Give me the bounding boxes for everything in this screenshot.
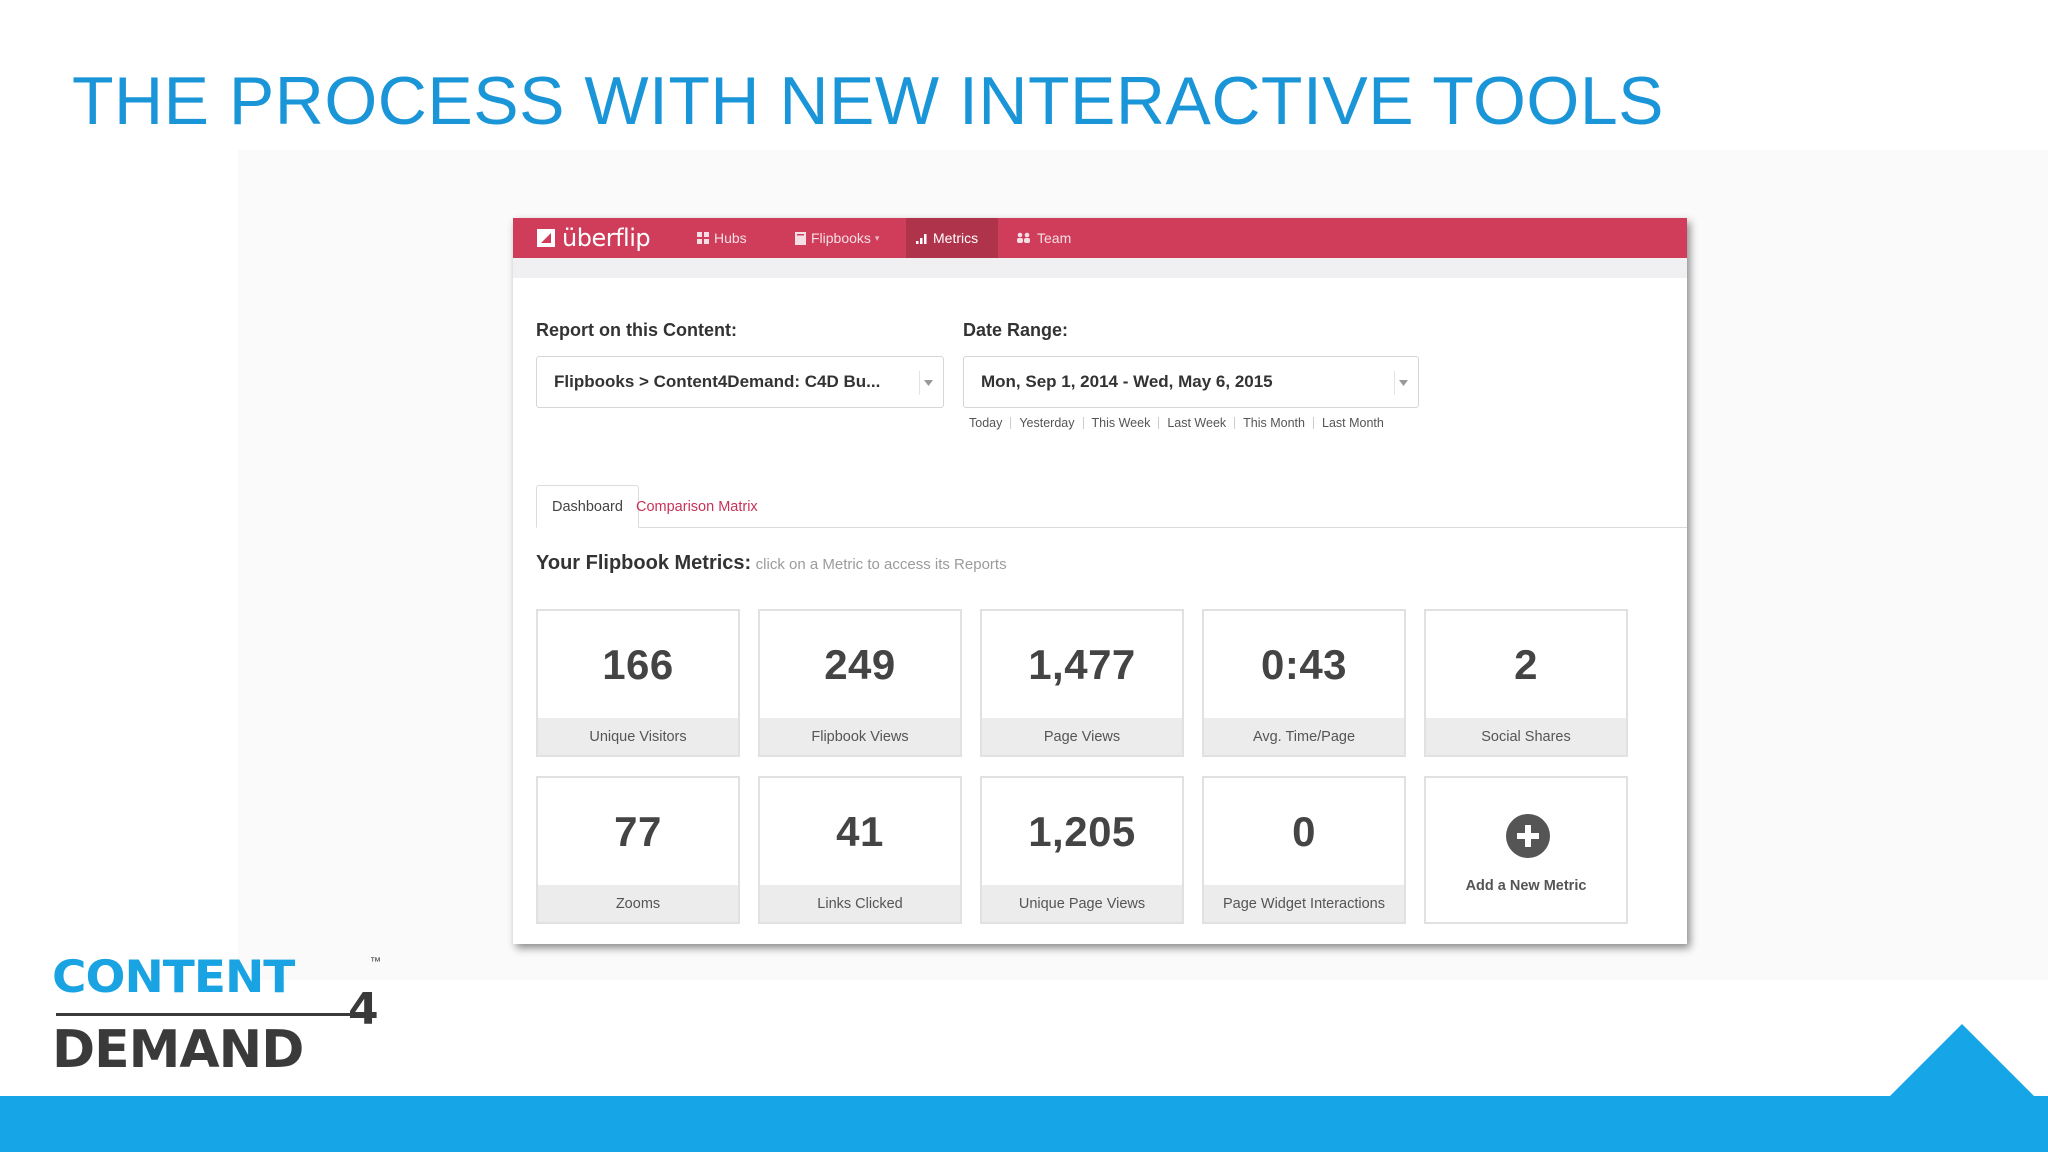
add-new-metric-label: Add a New Metric <box>1465 878 1587 894</box>
uberflip-logo-text: überflip <box>562 224 651 252</box>
navbar-subbar <box>513 258 1687 278</box>
metric-value: 2 <box>1514 641 1538 688</box>
content4demand-logo: CONTENT DEMAND 4 ™ <box>52 950 392 1080</box>
metric-label: Zooms <box>538 885 738 922</box>
chevron-down-icon <box>1394 371 1412 395</box>
top-navbar: überflip Hubs Flipbooks ▾ Metrics Team <box>513 218 1687 258</box>
quick-link-this-week[interactable]: This Week <box>1092 416 1151 430</box>
metric-label: Unique Visitors <box>538 718 738 755</box>
quick-link-last-month[interactable]: Last Month <box>1322 416 1384 430</box>
metric-unique-page-views[interactable]: 1,205 Unique Page Views <box>980 776 1184 924</box>
metric-page-widget-interactions[interactable]: 0 Page Widget Interactions <box>1202 776 1406 924</box>
nav-metrics-label: Metrics <box>933 230 979 246</box>
metric-label: Page Widget Interactions <box>1204 885 1404 922</box>
metric-value: 0:43 <box>1260 641 1348 688</box>
nav-team[interactable]: Team <box>1006 218 1081 258</box>
date-range-select[interactable]: Mon, Sep 1, 2014 - Wed, May 6, 2015 <box>963 356 1419 408</box>
nav-hubs[interactable]: Hubs <box>687 218 757 258</box>
quick-link-today[interactable]: Today <box>969 416 1002 430</box>
bar-chart-icon <box>916 232 928 244</box>
logo-content-text: CONTENT <box>52 951 295 1004</box>
metrics-heading-title: Your Flipbook Metrics: <box>536 552 752 574</box>
logo-divider <box>56 1013 374 1016</box>
nav-flipbooks-label: Flipbooks <box>811 230 871 246</box>
metric-page-views[interactable]: 1,477 Page Views <box>980 609 1184 757</box>
report-content-value: Flipbooks > Content4Demand: C4D Bu... <box>554 372 881 391</box>
divider <box>1158 417 1160 429</box>
nav-team-label: Team <box>1037 230 1072 246</box>
plus-circle-icon <box>1506 814 1550 858</box>
divider <box>1234 417 1236 429</box>
metric-value: 41 <box>836 808 884 855</box>
uberflip-logo-icon <box>537 229 555 247</box>
metric-avg-time-per-page[interactable]: 0:43 Avg. Time/Page <box>1202 609 1406 757</box>
metric-value: 1,205 <box>1028 808 1136 855</box>
uberflip-app-screenshot: überflip Hubs Flipbooks ▾ Metrics Team R… <box>513 218 1687 944</box>
add-new-metric-button[interactable]: Add a New Metric <box>1424 776 1628 924</box>
metrics-heading-hint: click on a Metric to access its Reports <box>755 556 1007 573</box>
divider <box>1082 417 1084 429</box>
divider <box>1313 417 1314 429</box>
quick-link-this-month[interactable]: This Month <box>1243 416 1305 430</box>
metric-social-shares[interactable]: 2 Social Shares <box>1424 609 1628 757</box>
metric-links-clicked[interactable]: 41 Links Clicked <box>758 776 962 924</box>
tab-comparison-matrix[interactable]: Comparison Matrix <box>621 485 773 528</box>
nav-hubs-label: Hubs <box>714 230 747 246</box>
metric-unique-visitors[interactable]: 166 Unique Visitors <box>536 609 740 757</box>
divider <box>1010 417 1012 429</box>
nav-flipbooks[interactable]: Flipbooks ▾ <box>785 218 889 258</box>
logo-trademark: ™ <box>370 956 381 968</box>
grid-icon <box>697 232 709 244</box>
metric-label: Avg. Time/Page <box>1204 718 1404 755</box>
nav-metrics[interactable]: Metrics <box>906 218 998 258</box>
metrics-heading: Your Flipbook Metrics: click on a Metric… <box>536 552 1007 575</box>
chevron-down-icon: ▾ <box>874 232 880 243</box>
metric-label: Social Shares <box>1426 718 1626 755</box>
slide-title: THE PROCESS WITH NEW INTERACTIVE TOOLS <box>72 63 1664 139</box>
metric-value: 77 <box>614 808 662 855</box>
report-content-select[interactable]: Flipbooks > Content4Demand: C4D Bu... <box>536 356 944 408</box>
report-content-label: Report on this Content: <box>536 320 737 340</box>
quick-link-yesterday[interactable]: Yesterday <box>1019 416 1074 430</box>
metric-value: 0 <box>1292 808 1316 855</box>
footer-triangle-decoration <box>1890 1024 2034 1096</box>
footer-bar <box>0 1096 2048 1152</box>
metric-value: 249 <box>824 641 896 688</box>
date-range-label: Date Range: <box>963 320 1069 340</box>
metric-label: Flipbook Views <box>760 718 960 755</box>
metric-label: Page Views <box>982 718 1182 755</box>
metric-label: Unique Page Views <box>982 885 1182 922</box>
metric-flipbook-views[interactable]: 249 Flipbook Views <box>758 609 962 757</box>
metric-zooms[interactable]: 77 Zooms <box>536 776 740 924</box>
logo-four-text: 4 <box>348 984 379 1035</box>
logo-demand-text: DEMAND <box>52 1020 304 1080</box>
chevron-down-icon <box>919 371 937 395</box>
quick-link-last-week[interactable]: Last Week <box>1167 416 1226 430</box>
book-icon <box>795 231 806 245</box>
metric-value: 166 <box>602 641 674 688</box>
uberflip-logo[interactable]: überflip <box>537 220 651 256</box>
metric-label: Links Clicked <box>760 885 960 922</box>
people-icon <box>1016 232 1032 244</box>
metric-value: 1,477 <box>1028 641 1136 688</box>
date-range-value: Mon, Sep 1, 2014 - Wed, May 6, 2015 <box>981 372 1273 391</box>
date-quick-links: Today Yesterday This Week Last Week This… <box>969 416 1384 430</box>
